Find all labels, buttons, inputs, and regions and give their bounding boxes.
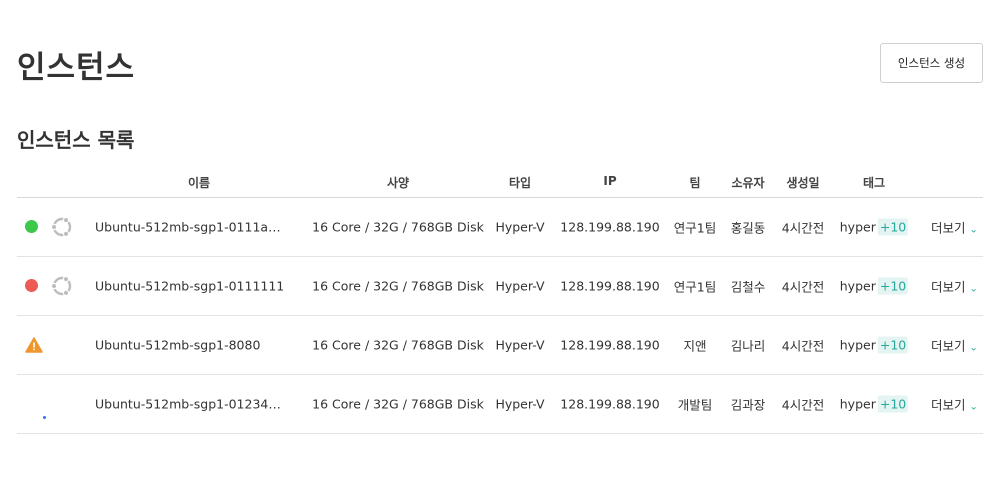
instance-created: 4시간전: [781, 397, 825, 413]
tag-label: hyper: [839, 278, 876, 294]
header-owner[interactable]: 소유자: [731, 174, 764, 191]
header-type[interactable]: 타입: [509, 174, 531, 191]
status-indicator: [25, 220, 39, 234]
instance-created: 4시간전: [781, 279, 825, 295]
more-label: 더보기: [931, 338, 966, 354]
instance-tag: hyper +10: [839, 395, 909, 413]
instance-created: 4시간전: [781, 338, 825, 354]
table-row[interactable]: Ubuntu-512mb-sgp1-0123456… 16 Core / 32G…: [17, 375, 983, 434]
instance-created: 4시간전: [781, 220, 825, 236]
instance-ip: 128.199.88.190: [560, 278, 660, 294]
tag-count-badge[interactable]: +10: [877, 277, 909, 295]
instance-ip: 128.199.88.190: [560, 396, 660, 412]
status-indicator: [25, 279, 39, 293]
more-label: 더보기: [931, 397, 966, 413]
instance-type: Hyper-V: [495, 396, 545, 412]
header-tag[interactable]: 태그: [863, 174, 885, 191]
instance-tag: hyper +10: [839, 277, 909, 295]
ubuntu-icon: [50, 274, 74, 298]
instance-type: Hyper-V: [495, 337, 545, 353]
pending-dot: [43, 416, 46, 419]
instance-team: 연구1팀: [673, 279, 717, 295]
header-team[interactable]: 팀: [689, 174, 700, 191]
instance-tag: hyper +10: [839, 336, 909, 354]
status-dot: [25, 220, 38, 233]
more-button[interactable]: 더보기 ⌄: [931, 277, 978, 296]
tag-count-badge[interactable]: +10: [877, 218, 909, 236]
header-ip[interactable]: IP: [603, 174, 616, 188]
more-button[interactable]: 더보기 ⌄: [931, 336, 978, 355]
more-button[interactable]: 더보기 ⌄: [931, 395, 978, 414]
instance-name[interactable]: Ubuntu-512mb-sgp1-0111111: [95, 279, 285, 294]
instance-owner: 김철수: [730, 279, 766, 295]
create-instance-button[interactable]: 인스턴스 생성: [880, 43, 983, 83]
instance-team: 지앤: [683, 338, 707, 354]
tag-label: hyper: [839, 337, 876, 353]
instance-spec: 16 Core / 32G / 768GB Disk: [312, 337, 484, 353]
tag-count-badge[interactable]: +10: [877, 395, 909, 413]
instance-spec: 16 Core / 32G / 768GB Disk: [312, 219, 484, 235]
instance-type: Hyper-V: [495, 278, 545, 294]
table-row[interactable]: Ubuntu-512mb-sgp1-8080 16 Core / 32G / 7…: [17, 316, 983, 375]
section-title: 인스턴스 목록: [17, 128, 135, 152]
warning-icon: [25, 337, 43, 353]
instance-spec: 16 Core / 32G / 768GB Disk: [312, 396, 484, 412]
table-header: 이름 사양 타입 IP 팀 소유자 생성일 태그: [17, 166, 983, 198]
header-spec[interactable]: 사양: [387, 174, 409, 191]
instance-name[interactable]: Ubuntu-512mb-sgp1-8080: [95, 338, 285, 353]
tag-count-badge[interactable]: +10: [877, 336, 909, 354]
chevron-down-icon: ⌄: [969, 283, 978, 295]
instance-table: 이름 사양 타입 IP 팀 소유자 생성일 태그 Ubuntu-512mb-sg…: [17, 166, 983, 434]
instance-team: 개발팀: [677, 397, 713, 413]
tag-label: hyper: [839, 219, 876, 235]
instance-ip: 128.199.88.190: [560, 337, 660, 353]
instance-name[interactable]: Ubuntu-512mb-sgp1-0111aaa…: [95, 220, 285, 235]
ubuntu-icon: [50, 215, 74, 239]
instance-tag: hyper +10: [839, 218, 909, 236]
instance-type: Hyper-V: [495, 219, 545, 235]
status-indicator: [25, 337, 43, 353]
instance-spec: 16 Core / 32G / 768GB Disk: [312, 278, 484, 294]
chevron-down-icon: ⌄: [969, 401, 978, 413]
chevron-down-icon: ⌄: [969, 224, 978, 236]
instance-owner: 김나리: [730, 338, 766, 354]
instance-owner: 김과장: [730, 397, 766, 413]
status-dot: [25, 279, 38, 292]
more-button[interactable]: 더보기 ⌄: [931, 218, 978, 237]
header-created[interactable]: 생성일: [786, 174, 819, 191]
more-label: 더보기: [931, 279, 966, 295]
chevron-down-icon: ⌄: [969, 342, 978, 354]
instance-team: 연구1팀: [673, 220, 717, 236]
table-row[interactable]: Ubuntu-512mb-sgp1-0111aaa… 16 Core / 32G…: [17, 198, 983, 257]
page-title: 인스턴스: [17, 50, 136, 86]
tag-label: hyper: [839, 396, 876, 412]
header-name[interactable]: 이름: [188, 174, 210, 191]
status-indicator: [25, 397, 46, 419]
instance-owner: 홍길동: [730, 220, 766, 236]
more-label: 더보기: [931, 220, 966, 236]
table-row[interactable]: Ubuntu-512mb-sgp1-0111111 16 Core / 32G …: [17, 257, 983, 316]
instance-ip: 128.199.88.190: [560, 219, 660, 235]
instance-name[interactable]: Ubuntu-512mb-sgp1-0123456…: [95, 397, 285, 412]
